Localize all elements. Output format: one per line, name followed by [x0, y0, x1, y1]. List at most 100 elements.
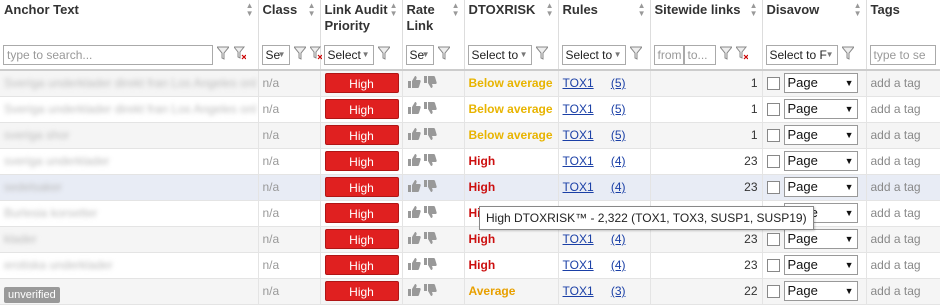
rule-link[interactable]: TOX1 — [563, 76, 594, 90]
add-tag-link[interactable]: add a tag — [871, 206, 921, 220]
sort-icon[interactable]: ▲ ▼ — [638, 2, 646, 18]
filter-icon[interactable] — [628, 46, 643, 63]
rule-link[interactable]: TOX1 — [563, 102, 594, 116]
col-anchor-text[interactable]: Anchor Text ▲ ▼ — [0, 0, 259, 40]
add-tag-link[interactable]: add a tag — [871, 258, 921, 272]
clear-filter-icon[interactable] — [309, 46, 323, 63]
disavow-select[interactable]: Page▼ — [783, 73, 858, 94]
col-link-audit-priority[interactable]: Link Audit Priority ▲ ▼ — [320, 0, 403, 40]
disavow-checkbox[interactable] — [766, 258, 780, 272]
dtoxrisk-value[interactable]: Below average — [469, 128, 553, 142]
rate-filter-select[interactable]: Se ▼ — [405, 44, 434, 65]
disavow-select[interactable]: Page▼ — [783, 151, 858, 171]
disavow-checkbox[interactable] — [766, 76, 780, 90]
rule-count-link[interactable]: (3) — [611, 284, 626, 298]
disavow-select[interactable]: Page▼ — [783, 281, 858, 301]
col-rate-link[interactable]: Rate Link ▲ ▼ — [402, 0, 465, 40]
disavow-select[interactable]: Page▼ — [783, 229, 858, 249]
thumbs-down-icon[interactable] — [423, 257, 437, 274]
sort-icon[interactable]: ▲ ▼ — [390, 2, 398, 18]
disavow-select[interactable]: Page▼ — [783, 255, 858, 275]
thumbs-down-icon[interactable] — [423, 179, 437, 196]
rule-link[interactable]: TOX1 — [563, 180, 594, 194]
thumbs-down-icon[interactable] — [423, 101, 437, 118]
add-tag-link[interactable]: add a tag — [871, 154, 921, 168]
thumbs-down-icon[interactable] — [423, 153, 437, 170]
sitewide-from-input[interactable]: from — [653, 44, 684, 65]
rule-link[interactable]: TOX1 — [563, 128, 594, 142]
rule-count-link[interactable]: (5) — [611, 102, 626, 116]
disavow-checkbox[interactable] — [766, 102, 780, 116]
thumbs-down-icon[interactable] — [423, 283, 437, 300]
add-tag-link[interactable]: add a tag — [871, 102, 921, 116]
filter-icon[interactable] — [534, 46, 549, 63]
sort-icon[interactable]: ▲ ▼ — [854, 2, 862, 18]
dtoxrisk-value[interactable]: Below average — [469, 76, 553, 90]
disavow-checkbox[interactable] — [766, 232, 780, 246]
sort-icon[interactable]: ▲ ▼ — [246, 2, 254, 18]
add-tag-link[interactable]: add a tag — [871, 76, 921, 90]
disavow-select[interactable]: Page▼ — [783, 125, 858, 145]
disavow-checkbox[interactable] — [766, 128, 780, 142]
dtox-filter-select[interactable]: Select to ▼ — [467, 44, 532, 65]
sort-icon[interactable]: ▲ ▼ — [546, 2, 554, 18]
add-tag-link[interactable]: add a tag — [871, 180, 921, 194]
dtoxrisk-value[interactable]: High — [469, 180, 496, 194]
thumbs-up-icon[interactable] — [407, 127, 421, 144]
filter-icon[interactable] — [840, 46, 855, 63]
rule-link[interactable]: TOX1 — [563, 232, 594, 246]
add-tag-link[interactable]: add a tag — [871, 128, 921, 142]
col-disavow[interactable]: Disavow ▲ ▼ — [762, 0, 867, 40]
clear-filter-icon[interactable] — [232, 46, 247, 63]
thumbs-up-icon[interactable] — [407, 179, 421, 196]
tags-search-input[interactable]: type to se — [869, 44, 936, 65]
sitewide-to-input[interactable]: to... — [683, 44, 716, 65]
rule-count-link[interactable]: (4) — [611, 232, 626, 246]
sort-icon[interactable]: ▲ ▼ — [452, 2, 460, 18]
rules-filter-select[interactable]: Select to ▼ — [561, 44, 626, 65]
sort-icon[interactable]: ▲ ▼ — [308, 2, 316, 18]
dtoxrisk-value[interactable]: Below average — [469, 102, 553, 116]
filter-icon[interactable] — [718, 46, 733, 63]
thumbs-up-icon[interactable] — [407, 153, 421, 170]
rule-link[interactable]: TOX1 — [563, 284, 594, 298]
thumbs-down-icon[interactable] — [423, 75, 437, 92]
dtoxrisk-value[interactable]: High — [469, 154, 496, 168]
filter-icon[interactable] — [436, 46, 451, 63]
add-tag-link[interactable]: add a tag — [871, 232, 921, 246]
disavow-select[interactable]: Page▼ — [783, 99, 858, 119]
rule-link[interactable]: TOX1 — [563, 154, 594, 168]
thumbs-down-icon[interactable] — [423, 205, 437, 222]
filter-icon[interactable] — [376, 46, 391, 63]
disavow-checkbox[interactable] — [766, 180, 780, 194]
col-sitewide-links[interactable]: Sitewide links ▲ ▼ — [650, 0, 763, 40]
rule-count-link[interactable]: (5) — [611, 128, 626, 142]
filter-icon[interactable] — [216, 46, 231, 63]
priority-filter-select[interactable]: Select ▼ — [323, 44, 374, 65]
rule-count-link[interactable]: (4) — [611, 154, 626, 168]
add-tag-link[interactable]: add a tag — [871, 284, 921, 298]
thumbs-down-icon[interactable] — [423, 231, 437, 248]
anchor-search-input[interactable]: type to search... — [3, 44, 213, 65]
thumbs-up-icon[interactable] — [407, 75, 421, 92]
thumbs-up-icon[interactable] — [407, 205, 421, 222]
disavow-checkbox[interactable] — [766, 284, 780, 298]
dtoxrisk-value[interactable]: High — [469, 232, 496, 246]
thumbs-up-icon[interactable] — [407, 101, 421, 118]
class-filter-select[interactable]: Se ▼ — [261, 44, 290, 65]
rule-count-link[interactable]: (5) — [611, 76, 626, 90]
col-tags[interactable]: Tags — [866, 0, 940, 40]
thumbs-up-icon[interactable] — [407, 231, 421, 248]
thumbs-up-icon[interactable] — [407, 257, 421, 274]
col-dtoxrisk[interactable]: DTOXRISK ▲ ▼ — [464, 0, 559, 40]
dtoxrisk-value[interactable]: High — [469, 258, 496, 272]
filter-icon[interactable] — [292, 46, 307, 63]
dtoxrisk-value[interactable]: Average — [469, 284, 516, 298]
sort-icon[interactable]: ▲ ▼ — [750, 2, 758, 18]
rule-count-link[interactable]: (4) — [611, 258, 626, 272]
thumbs-up-icon[interactable] — [407, 283, 421, 300]
disavow-filter-select[interactable]: Select to F ▼ — [765, 44, 838, 65]
disavow-select[interactable]: Page▼ — [783, 177, 858, 197]
col-class[interactable]: Class ▲ ▼ — [258, 0, 321, 40]
clear-filter-icon[interactable] — [735, 46, 749, 63]
